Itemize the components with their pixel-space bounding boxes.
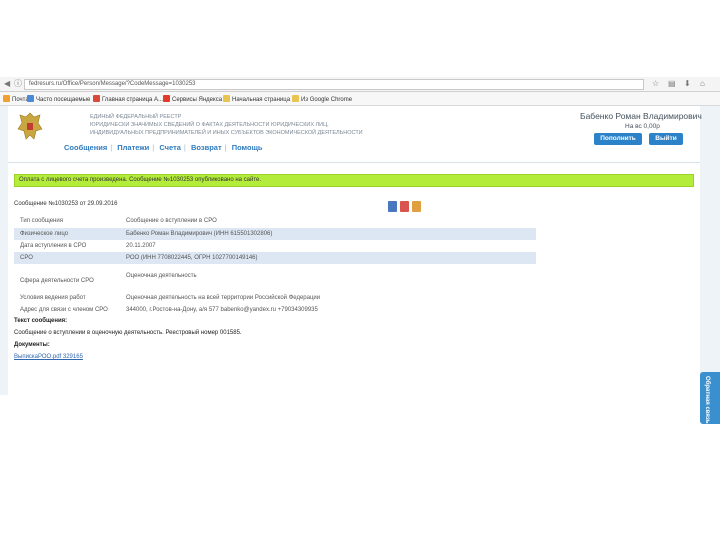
folder-icon [292,95,299,102]
print-icon[interactable] [388,201,397,212]
folder-icon [27,95,34,102]
bookmark-item[interactable]: Сервисы Яндекса [163,95,222,103]
star-icon[interactable]: ☆ [652,80,659,88]
table-row: Дата вступления в СРО 20.11.2007 [20,243,156,249]
menu-accounts[interactable]: Счета [159,143,181,152]
message-text-body: Сообщение о вступлении в оценочную деяте… [14,330,242,336]
download-icon[interactable]: ⬇ [684,80,691,88]
bookmark-item[interactable]: Главная страница А... [93,95,163,103]
documents-title: Документы: [14,342,50,348]
balance: На вс 0,00р [625,123,660,130]
table-row: Сфера деятельности СРО Оценочная деятель… [20,273,197,284]
bookmark-item[interactable]: Часто посещаемые [27,95,90,103]
back-icon[interactable]: ◀ [4,80,10,88]
website: Единый федеральный реестр юридически зна… [0,106,720,424]
bookmark-item[interactable]: Начальная страница [223,95,290,103]
folder-icon [223,95,230,102]
message-number: Сообщение №1030253 от 29.09.2016 [14,201,118,207]
table-row: Физическое лицо Бабенко Роман Владимиров… [14,228,536,240]
bookmark-item[interactable]: Из Google Chrome [292,95,352,103]
table-row: СРО РОО (ИНН 7708022445, ОГРН 1027700149… [14,252,536,264]
menu-messages[interactable]: Сообщения [64,143,107,152]
message-text-section: Текст сообщения: Сообщение о вступлении … [14,315,242,363]
home-icon[interactable]: ⌂ [700,80,705,88]
success-notice: Оплата с лицевого счета произведена. Соо… [14,174,694,187]
topup-button[interactable]: Пополнить [594,133,642,145]
feedback-tab[interactable]: Обратная связь [700,372,720,424]
menu-refund[interactable]: Возврат [191,143,222,152]
pdf-icon[interactable] [400,201,409,212]
page-icon [93,95,100,102]
yandex-icon [163,95,170,102]
emblem-icon [17,112,43,140]
url-input[interactable]: fedresurs.ru/Office/Person/Message/?Code… [24,79,644,90]
sign-icon[interactable] [412,201,421,212]
browser-screen: ◀ ⓘ fedresurs.ru/Office/Person/Message/?… [0,77,720,424]
document-link[interactable]: ВыпискаРОО.pdf 329165 [14,351,242,363]
info-icon[interactable]: ⓘ [14,80,22,88]
message-text-title: Текст сообщения: [14,318,68,324]
bookmarks-bar: Почта Часто посещаемые Главная страница … [0,92,720,106]
menu-help[interactable]: Помощь [232,143,263,152]
site-header: Единый федеральный реестр юридически зна… [8,106,702,163]
main-menu: Сообщения | Платежи | Счета | Возврат | Помо… [64,143,263,152]
bookmarks-icon[interactable]: ▤ [668,80,676,88]
bookmark-item[interactable]: Почта [3,95,29,103]
logout-button[interactable]: Выйти [649,133,683,145]
user-name: Бабенко Роман Владимирович [580,111,702,121]
mail-icon [3,95,10,102]
address-bar: ◀ ⓘ fedresurs.ru/Office/Person/Message/?… [0,77,720,92]
details-table: Тип сообщения Сообщение о вступлении в С… [14,215,536,316]
menu-payments[interactable]: Платежи [117,143,149,152]
table-row: Тип сообщения Сообщение о вступлении в С… [20,218,217,224]
main-content: Оплата с лицевого счета произведена. Соо… [8,163,700,395]
table-row: Условия ведения работ Оценочная деятельн… [20,295,321,301]
registry-name: Единый федеральный реестр юридически зна… [90,114,363,136]
